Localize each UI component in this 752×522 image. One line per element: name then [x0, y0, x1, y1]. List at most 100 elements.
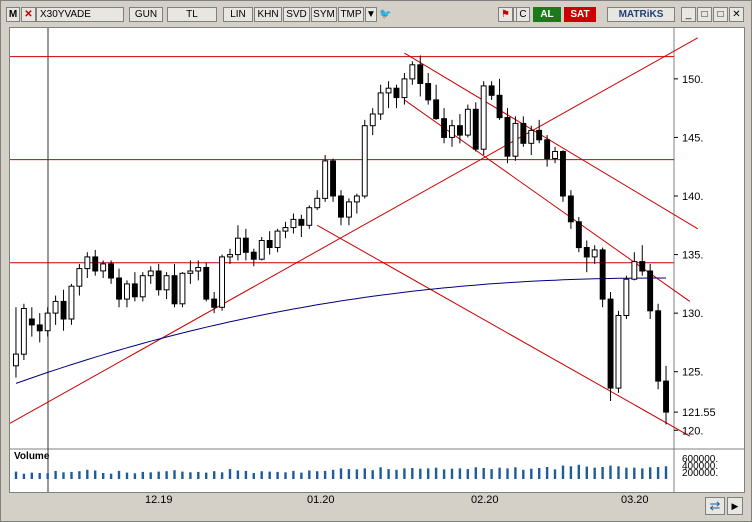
- volume-bar: [601, 467, 604, 479]
- trend-line: [404, 52, 699, 230]
- volume-bar: [220, 472, 224, 479]
- chevron-down-icon[interactable]: ▼: [365, 7, 377, 22]
- volume-bar: [173, 470, 176, 479]
- volume-bar: [593, 467, 596, 479]
- candle: [258, 240, 265, 260]
- price-tick-label: 150.: [682, 74, 703, 86]
- price-tick-label: 120.: [682, 425, 703, 437]
- volume-bar: [316, 471, 319, 479]
- volume-bar: [545, 467, 549, 479]
- al-button[interactable]: AL: [533, 7, 561, 22]
- date-axis: 12.19 01.20 02.20 03.20: [9, 491, 679, 509]
- candle: [520, 122, 527, 144]
- currency-button[interactable]: TL: [167, 7, 217, 22]
- volume-bar: [664, 466, 668, 479]
- candle: [100, 263, 107, 272]
- candle: [528, 129, 535, 144]
- date-label: 03.20: [621, 494, 649, 506]
- volume-bar: [46, 473, 49, 479]
- candle: [187, 270, 194, 274]
- volume-bar: [300, 472, 303, 479]
- maximize-icon[interactable]: □: [713, 7, 728, 22]
- volume-bar: [141, 471, 144, 479]
- candle: [417, 64, 424, 84]
- volume-bar: [94, 470, 97, 479]
- candle: [512, 122, 519, 157]
- volume-bar: [649, 467, 652, 479]
- candle: [68, 285, 75, 320]
- candle: [607, 298, 614, 389]
- chart-type-icon[interactable]: ✕: [21, 7, 36, 22]
- restore-icon[interactable]: □: [697, 7, 712, 22]
- candle: [282, 227, 289, 232]
- candle: [227, 254, 234, 258]
- chart-window: M ✕ X30YVADE GUN TL LIN KHN SVD SYM TMP …: [0, 0, 752, 522]
- period-button[interactable]: GUN: [129, 7, 163, 22]
- volume-bar: [252, 473, 255, 479]
- price-tick-label: 140.: [682, 191, 703, 203]
- twitter-icon[interactable]: 🐦: [378, 7, 393, 22]
- volume-bar: [117, 470, 121, 479]
- volume-bar: [434, 467, 438, 479]
- candle: [346, 201, 352, 218]
- candle: [663, 380, 669, 413]
- close-icon[interactable]: ✕: [729, 7, 744, 22]
- price-chart[interactable]: 150.145.140.135.130.125.121.55120.600000…: [10, 28, 744, 492]
- svd-button[interactable]: SVD: [283, 7, 310, 22]
- flag-icon[interactable]: ⚑: [498, 7, 513, 22]
- chart-area[interactable]: 150. 145. 140. 135. 130. 125. 121.55 120. 600000…: [9, 27, 745, 493]
- volume-label: Volume: [14, 451, 50, 462]
- candle: [433, 99, 440, 120]
- candle: [393, 87, 400, 99]
- volume-bar: [458, 468, 462, 479]
- volume-bar: [125, 472, 129, 479]
- date-label: 01.20: [307, 494, 335, 506]
- volume-bar: [387, 469, 390, 479]
- candle: [36, 324, 43, 332]
- candle: [195, 267, 202, 272]
- candle: [353, 195, 360, 203]
- candle: [631, 261, 638, 280]
- candle: [322, 160, 329, 199]
- candle: [536, 129, 543, 141]
- candle: [655, 310, 662, 382]
- price-tick-label: 121.55: [682, 407, 716, 419]
- volume-bar: [260, 471, 263, 479]
- volume-bar: [363, 468, 366, 479]
- candle: [116, 277, 122, 300]
- volume-bar: [22, 473, 26, 479]
- volume-bar: [189, 472, 192, 479]
- candle: [457, 125, 463, 136]
- symbol-button[interactable]: X30YVADE: [36, 7, 124, 22]
- candle: [306, 207, 313, 226]
- candle: [464, 108, 471, 136]
- candle: [131, 283, 138, 298]
- volume-bar: [292, 470, 295, 479]
- sym-button[interactable]: SYM: [311, 7, 337, 22]
- volume-bar: [213, 471, 216, 479]
- candle: [155, 270, 162, 291]
- candle: [28, 318, 35, 326]
- minimize-icon[interactable]: _: [681, 7, 696, 22]
- volume-tick-label: 200000.: [682, 468, 718, 479]
- scale-button[interactable]: LIN: [223, 7, 253, 22]
- volume-bar: [14, 471, 18, 479]
- candle: [274, 230, 281, 249]
- volume-bar: [371, 470, 374, 479]
- volume-bar: [506, 468, 509, 479]
- candle: [76, 268, 83, 287]
- c-button[interactable]: C: [516, 7, 530, 22]
- candle: [449, 125, 455, 138]
- volume-bar: [102, 473, 105, 479]
- price-tick-label: 145.: [682, 132, 703, 144]
- candle: [147, 270, 154, 277]
- horizontal-scrollbar[interactable]: [9, 509, 743, 519]
- tmp-button[interactable]: TMP: [338, 7, 364, 22]
- sat-button[interactable]: SAT: [564, 7, 596, 22]
- chart-menu-button[interactable]: M: [6, 7, 20, 22]
- volume-bar: [339, 468, 343, 479]
- volume-bar: [403, 468, 406, 479]
- candle: [92, 256, 99, 272]
- candle: [20, 308, 27, 355]
- khn-button[interactable]: KHN: [254, 7, 282, 22]
